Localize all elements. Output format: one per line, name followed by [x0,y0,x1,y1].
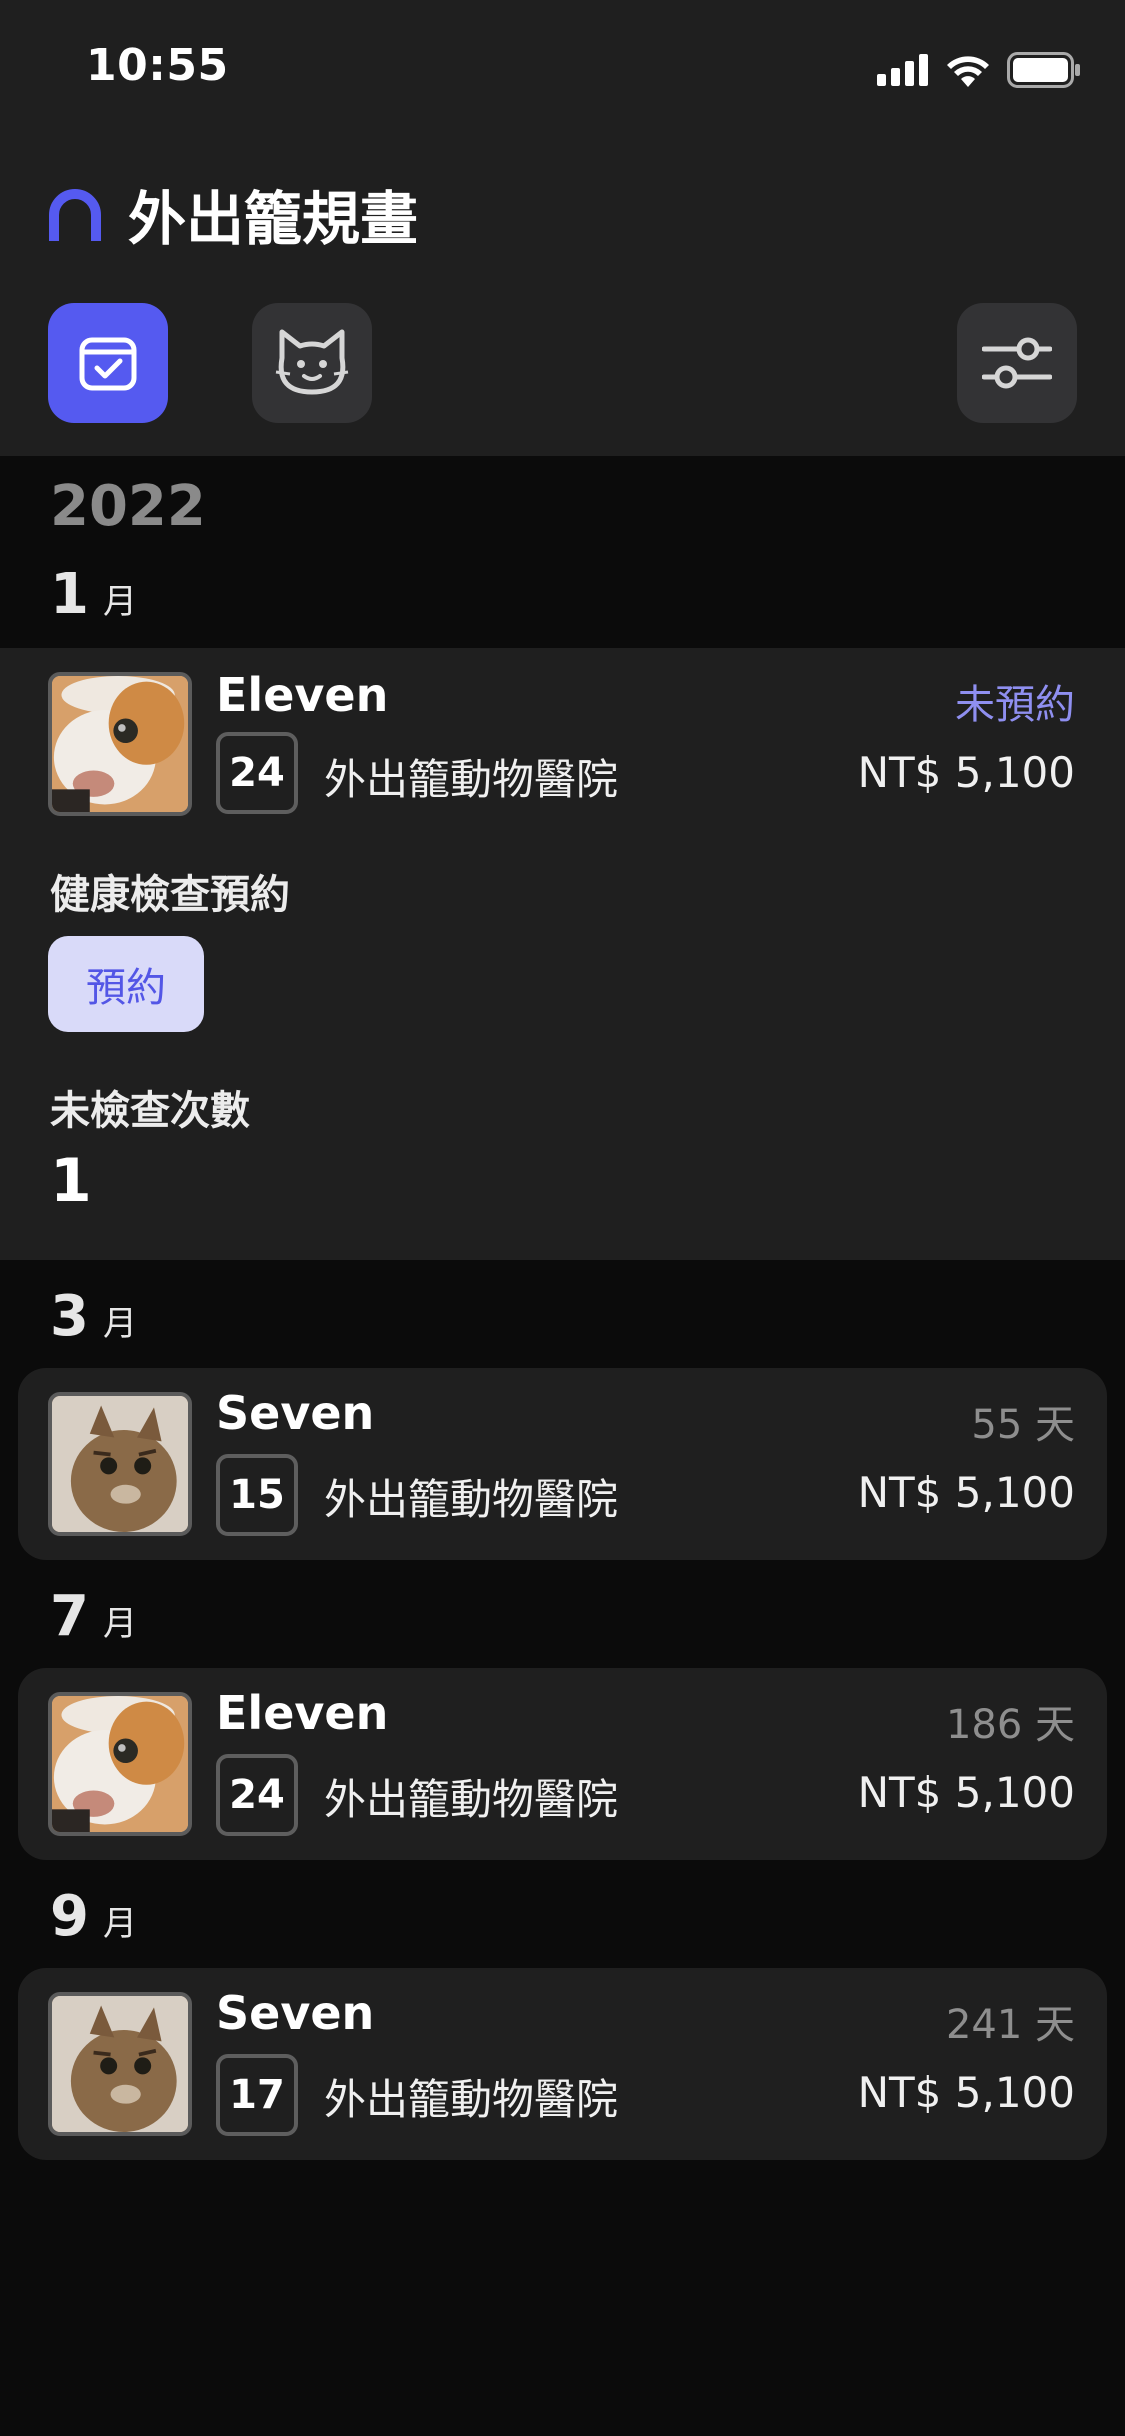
month-unit: 月 [102,1304,137,1344]
health-check-label: 健康檢查預約 [50,872,290,918]
appointment-day: 15 [216,1454,298,1536]
pet-name: Eleven [216,1686,389,1740]
month-number: 3 [50,1284,89,1349]
plan-tab-button[interactable] [48,303,168,423]
month-heading-mar: 3 月 [50,1284,137,1349]
month-unit: 月 [102,1604,137,1644]
month-heading-sep: 9 月 [50,1884,137,1949]
orange-white-cat-photo [52,676,188,812]
app-header: 10:55 外出籠規畫 [0,0,1125,456]
cats-tab-button[interactable] [252,303,372,423]
settings-button[interactable] [957,303,1077,423]
pet-avatar-seven [48,1992,192,2136]
reservation-status: 未預約 [955,682,1075,728]
entry-card[interactable]: Eleven 186 天 24 外出籠動物醫院 NT$ 5,100 [18,1668,1107,1860]
entry-card[interactable]: Seven 55 天 15 外出籠動物醫院 NT$ 5,100 [18,1368,1107,1560]
unchecked-count-value: 1 [50,1146,92,1216]
price: NT$ 5,100 [857,1468,1075,1517]
pet-name: Seven [216,1386,375,1440]
price: NT$ 5,100 [857,2068,1075,2117]
clinic-name: 外出籠動物醫院 [324,2075,619,2124]
pet-name: Eleven [216,668,389,722]
orange-white-cat-photo [52,1696,188,1832]
month-unit: 月 [102,582,137,622]
clinic-name: 外出籠動物醫院 [324,1475,619,1524]
wifi-icon [947,56,989,87]
reserve-button[interactable]: 預約 [48,936,204,1032]
month-heading-jan: 1 月 [50,562,137,627]
days-remaining: 186 天 [945,1702,1075,1748]
days-remaining: 241 天 [945,2002,1075,2048]
year-heading: 2022 [50,474,206,539]
unchecked-count-label: 未檢查次數 [50,1088,250,1134]
cat-face-icon [275,329,349,395]
signal-icon [877,54,928,86]
price: NT$ 5,100 [857,1768,1075,1817]
pet-avatar-seven [48,1392,192,1536]
days-remaining: 55 天 [971,1402,1075,1448]
app-title-row: 外出籠規畫 [48,172,418,256]
clinic-name: 外出籠動物醫院 [324,755,619,804]
battery-icon [1007,52,1080,88]
sliders-icon [982,337,1052,389]
appointment-day: 24 [216,1754,298,1836]
status-time: 10:55 [86,40,229,91]
month-heading-jul: 7 月 [50,1584,137,1649]
appointment-day: 17 [216,2054,298,2136]
calendar-check-icon [79,337,137,391]
month-number: 1 [50,562,89,627]
pet-avatar-eleven [48,1692,192,1836]
tabby-cat-photo [52,1996,188,2132]
clinic-name: 外出籠動物醫院 [324,1775,619,1824]
app-logo-icon [49,189,101,241]
tabby-cat-photo [52,1396,188,1532]
month-number: 9 [50,1884,89,1949]
month-number: 7 [50,1584,89,1649]
entry-card[interactable]: Seven 241 天 17 外出籠動物醫院 NT$ 5,100 [18,1968,1107,2160]
app-title: 外出籠規畫 [128,185,419,253]
price: NT$ 5,100 [857,748,1075,797]
month-unit: 月 [102,1904,137,1944]
pet-name: Seven [216,1986,375,2040]
status-icons [877,52,1081,88]
pet-avatar-eleven [48,672,192,816]
appointment-day: 24 [216,732,298,814]
